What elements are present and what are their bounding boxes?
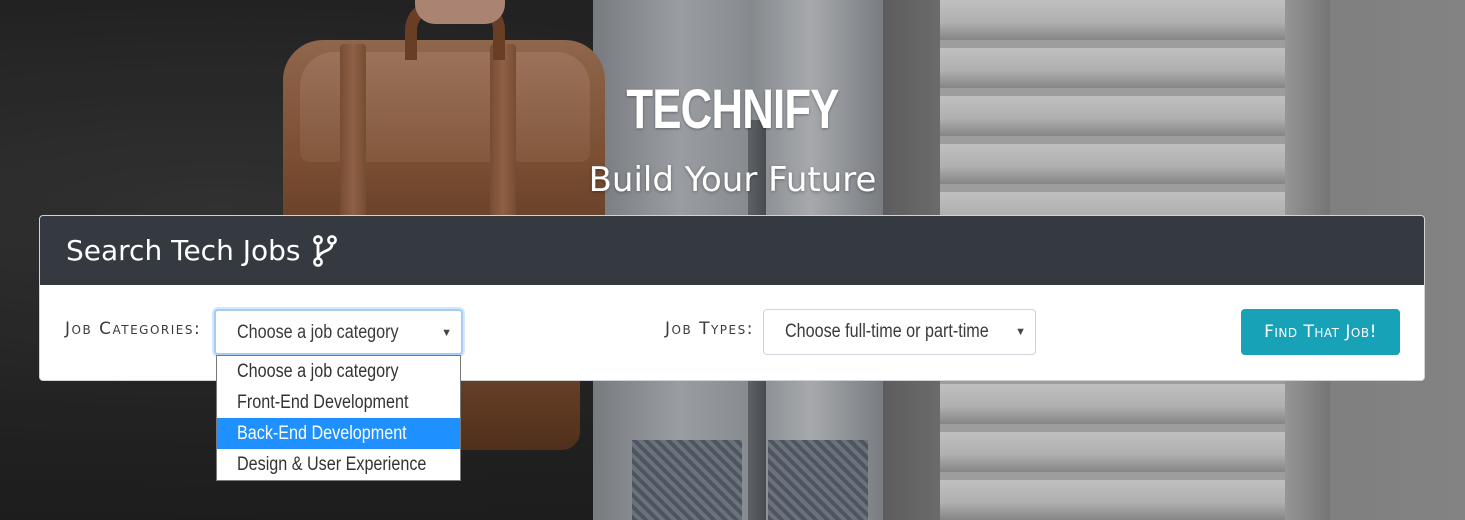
dropdown-option[interactable]: Front-End Development [217,387,460,418]
dropdown-option[interactable]: Design & User Experience [217,449,460,480]
job-types-label: Job Types: [665,319,754,339]
hero-tagline: Build Your Future [588,160,877,200]
find-job-button[interactable]: Find That Job! [1241,309,1400,355]
chevron-down-icon: ▼ [1015,326,1026,338]
job-category-dropdown-list: Choose a job category Front-End Developm… [216,355,461,481]
job-type-selected-value: Choose full-time or part-time [785,321,989,342]
job-category-selected-value: Choose a job category [237,322,399,343]
chevron-down-icon: ▼ [441,327,452,339]
job-category-select[interactable]: Choose a job category ▼ [214,309,463,355]
dropdown-option[interactable]: Choose a job category [217,356,460,387]
code-branch-icon [312,234,338,267]
brand-title: TECHNIFY [626,77,839,140]
search-card-title: Search Tech Jobs [66,234,301,267]
job-type-select[interactable]: Choose full-time or part-time ▼ [763,309,1036,355]
dropdown-option-highlighted[interactable]: Back-End Development [217,418,460,449]
search-card-header: Search Tech Jobs [40,216,1424,285]
job-categories-label: Job Categories: [65,319,202,339]
